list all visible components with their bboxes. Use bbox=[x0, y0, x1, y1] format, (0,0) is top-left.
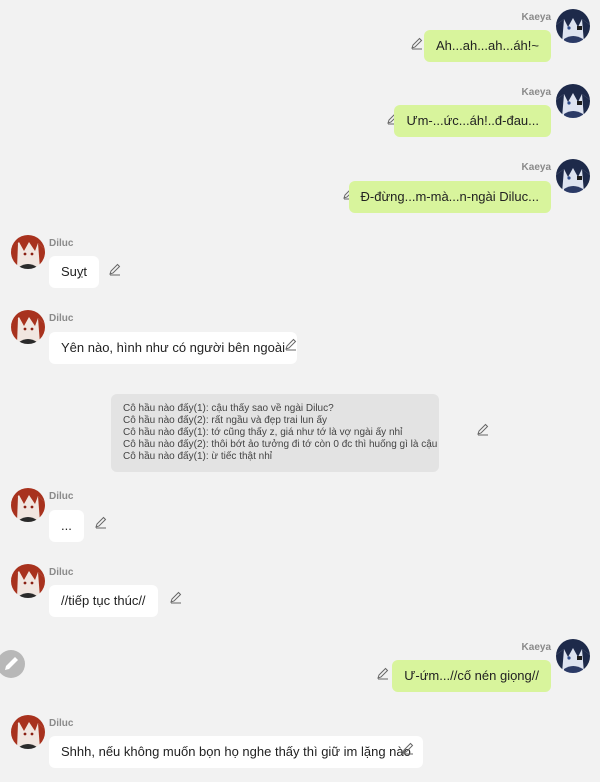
diluc-avatar[interactable] bbox=[11, 488, 45, 522]
kaeya-avatar[interactable] bbox=[556, 159, 590, 193]
note-line: Cô hầu nào đấy(2): thôi bớt ảo tưởng đi … bbox=[123, 439, 438, 450]
message-bubble[interactable]: ... bbox=[49, 510, 84, 542]
pencil-icon[interactable] bbox=[284, 337, 298, 351]
note-line: Cô hầu nào đấy(1): ừ tiếc thật nhỉ bbox=[123, 451, 273, 462]
pencil-icon[interactable] bbox=[401, 741, 415, 755]
message-bubble[interactable]: Yên nào, hình như có người bên ngoài bbox=[49, 332, 297, 364]
pencil-icon[interactable] bbox=[108, 262, 122, 276]
pencil-icon[interactable] bbox=[169, 590, 183, 604]
kaeya-avatar[interactable] bbox=[556, 84, 590, 118]
message-bubble[interactable]: Ư-ứm...//cố nén giọng// bbox=[392, 660, 551, 692]
speaker-name: Kaeya bbox=[521, 162, 551, 173]
message-bubble[interactable]: //tiếp tục thúc// bbox=[49, 585, 158, 617]
pencil-icon[interactable] bbox=[476, 422, 490, 436]
message-bubble[interactable]: Ưm-...ức...áh!..đ-đau... bbox=[394, 105, 551, 137]
pencil-icon[interactable] bbox=[410, 36, 424, 50]
note-line: Cô hầu nào đấy(1): cậu thấy sao về ngài … bbox=[123, 403, 334, 414]
kaeya-avatar[interactable] bbox=[556, 9, 590, 43]
pencil-icon[interactable] bbox=[94, 515, 108, 529]
diluc-avatar[interactable] bbox=[11, 564, 45, 598]
speaker-name: Diluc bbox=[49, 491, 74, 502]
speaker-name: Kaeya bbox=[521, 12, 551, 23]
message-bubble[interactable]: Suỵt bbox=[49, 256, 100, 288]
speaker-name: Kaeya bbox=[521, 87, 551, 98]
diluc-avatar[interactable] bbox=[11, 715, 45, 749]
pencil-icon[interactable] bbox=[376, 666, 390, 680]
kaeya-avatar[interactable] bbox=[556, 639, 590, 673]
note-line: Cô hầu nào đấy(2): rất ngầu và đẹp trai … bbox=[123, 415, 328, 426]
speaker-name: Kaeya bbox=[521, 642, 551, 653]
diluc-avatar[interactable] bbox=[11, 235, 45, 269]
diluc-avatar[interactable] bbox=[11, 310, 45, 344]
speaker-name: Diluc bbox=[49, 238, 74, 249]
speaker-name: Diluc bbox=[49, 313, 74, 324]
speaker-name: Diluc bbox=[49, 567, 74, 578]
narration-note[interactable]: Cô hầu nào đấy(1): cậu thấy sao về ngài … bbox=[111, 394, 439, 472]
message-bubble[interactable]: Shhh, nếu không muốn bọn họ nghe thấy th… bbox=[49, 736, 423, 768]
pencil-fab-icon[interactable] bbox=[0, 650, 25, 678]
speaker-name: Diluc bbox=[49, 718, 74, 729]
message-bubble[interactable]: Đ-đừng...m-mà...n-ngài Diluc... bbox=[348, 181, 551, 213]
note-line: Cô hầu nào đấy(1): tớ cũng thấy z, giá n… bbox=[123, 427, 403, 438]
message-bubble[interactable]: Ah...ah...ah...áh!~ bbox=[424, 30, 551, 62]
